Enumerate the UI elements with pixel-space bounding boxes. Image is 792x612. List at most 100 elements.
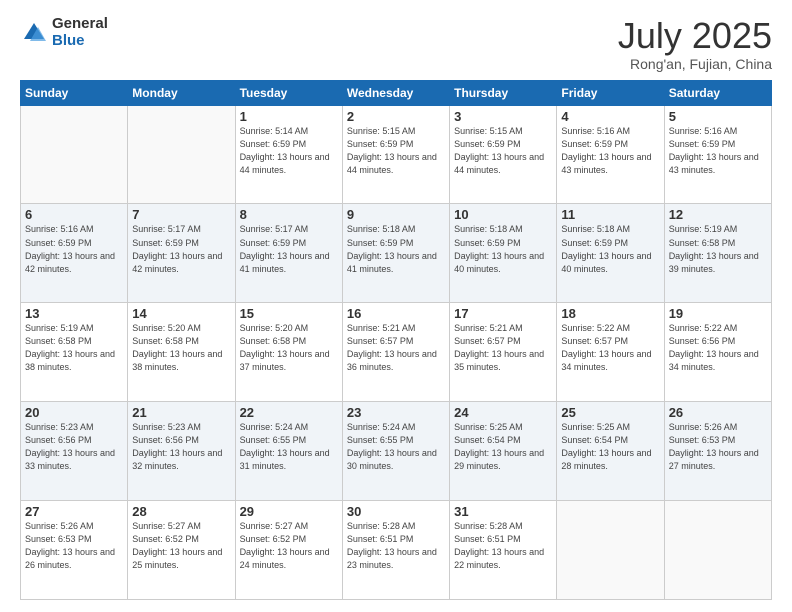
table-cell [664,501,771,600]
day-info: Sunrise: 5:18 AM Sunset: 6:59 PM Dayligh… [454,223,552,275]
day-info: Sunrise: 5:15 AM Sunset: 6:59 PM Dayligh… [347,125,445,177]
day-number: 11 [561,207,659,222]
table-cell: 24Sunrise: 5:25 AM Sunset: 6:54 PM Dayli… [450,402,557,501]
day-number: 21 [132,405,230,420]
col-sunday: Sunday [21,80,128,105]
day-info: Sunrise: 5:17 AM Sunset: 6:59 PM Dayligh… [132,223,230,275]
day-info: Sunrise: 5:23 AM Sunset: 6:56 PM Dayligh… [132,421,230,473]
day-number: 29 [240,504,338,519]
day-number: 26 [669,405,767,420]
table-cell: 25Sunrise: 5:25 AM Sunset: 6:54 PM Dayli… [557,402,664,501]
day-info: Sunrise: 5:23 AM Sunset: 6:56 PM Dayligh… [25,421,123,473]
table-cell: 10Sunrise: 5:18 AM Sunset: 6:59 PM Dayli… [450,204,557,303]
table-cell: 29Sunrise: 5:27 AM Sunset: 6:52 PM Dayli… [235,501,342,600]
table-cell: 21Sunrise: 5:23 AM Sunset: 6:56 PM Dayli… [128,402,235,501]
day-info: Sunrise: 5:27 AM Sunset: 6:52 PM Dayligh… [132,520,230,572]
day-number: 20 [25,405,123,420]
day-number: 18 [561,306,659,321]
week-row-5: 27Sunrise: 5:26 AM Sunset: 6:53 PM Dayli… [21,501,772,600]
table-cell: 6Sunrise: 5:16 AM Sunset: 6:59 PM Daylig… [21,204,128,303]
table-cell: 28Sunrise: 5:27 AM Sunset: 6:52 PM Dayli… [128,501,235,600]
day-info: Sunrise: 5:19 AM Sunset: 6:58 PM Dayligh… [25,322,123,374]
calendar-table: Sunday Monday Tuesday Wednesday Thursday… [20,80,772,600]
col-thursday: Thursday [450,80,557,105]
day-info: Sunrise: 5:27 AM Sunset: 6:52 PM Dayligh… [240,520,338,572]
page: General Blue July 2025 Rong'an, Fujian, … [0,0,792,612]
table-cell: 17Sunrise: 5:21 AM Sunset: 6:57 PM Dayli… [450,303,557,402]
title-block: July 2025 Rong'an, Fujian, China [618,16,772,72]
table-cell: 4Sunrise: 5:16 AM Sunset: 6:59 PM Daylig… [557,105,664,204]
day-number: 1 [240,109,338,124]
table-cell: 8Sunrise: 5:17 AM Sunset: 6:59 PM Daylig… [235,204,342,303]
day-info: Sunrise: 5:18 AM Sunset: 6:59 PM Dayligh… [561,223,659,275]
day-info: Sunrise: 5:18 AM Sunset: 6:59 PM Dayligh… [347,223,445,275]
month-title: July 2025 [618,16,772,56]
day-info: Sunrise: 5:26 AM Sunset: 6:53 PM Dayligh… [669,421,767,473]
col-saturday: Saturday [664,80,771,105]
logo-icon [20,19,48,47]
week-row-4: 20Sunrise: 5:23 AM Sunset: 6:56 PM Dayli… [21,402,772,501]
table-cell: 13Sunrise: 5:19 AM Sunset: 6:58 PM Dayli… [21,303,128,402]
day-info: Sunrise: 5:16 AM Sunset: 6:59 PM Dayligh… [25,223,123,275]
day-info: Sunrise: 5:24 AM Sunset: 6:55 PM Dayligh… [240,421,338,473]
day-number: 23 [347,405,445,420]
table-cell: 30Sunrise: 5:28 AM Sunset: 6:51 PM Dayli… [342,501,449,600]
table-cell: 1Sunrise: 5:14 AM Sunset: 6:59 PM Daylig… [235,105,342,204]
day-number: 7 [132,207,230,222]
logo-general-text: General [52,16,108,33]
day-number: 5 [669,109,767,124]
week-row-3: 13Sunrise: 5:19 AM Sunset: 6:58 PM Dayli… [21,303,772,402]
table-cell: 14Sunrise: 5:20 AM Sunset: 6:58 PM Dayli… [128,303,235,402]
logo: General Blue [20,16,108,49]
table-cell: 3Sunrise: 5:15 AM Sunset: 6:59 PM Daylig… [450,105,557,204]
calendar-header-row: Sunday Monday Tuesday Wednesday Thursday… [21,80,772,105]
table-cell: 23Sunrise: 5:24 AM Sunset: 6:55 PM Dayli… [342,402,449,501]
table-cell: 2Sunrise: 5:15 AM Sunset: 6:59 PM Daylig… [342,105,449,204]
day-info: Sunrise: 5:25 AM Sunset: 6:54 PM Dayligh… [454,421,552,473]
col-friday: Friday [557,80,664,105]
day-number: 9 [347,207,445,222]
header: General Blue July 2025 Rong'an, Fujian, … [20,16,772,72]
day-info: Sunrise: 5:17 AM Sunset: 6:59 PM Dayligh… [240,223,338,275]
week-row-1: 1Sunrise: 5:14 AM Sunset: 6:59 PM Daylig… [21,105,772,204]
day-number: 14 [132,306,230,321]
table-cell: 16Sunrise: 5:21 AM Sunset: 6:57 PM Dayli… [342,303,449,402]
day-info: Sunrise: 5:16 AM Sunset: 6:59 PM Dayligh… [561,125,659,177]
day-number: 27 [25,504,123,519]
day-info: Sunrise: 5:28 AM Sunset: 6:51 PM Dayligh… [454,520,552,572]
day-number: 17 [454,306,552,321]
day-number: 12 [669,207,767,222]
table-cell: 18Sunrise: 5:22 AM Sunset: 6:57 PM Dayli… [557,303,664,402]
table-cell [21,105,128,204]
day-number: 31 [454,504,552,519]
day-info: Sunrise: 5:20 AM Sunset: 6:58 PM Dayligh… [240,322,338,374]
day-number: 16 [347,306,445,321]
day-number: 13 [25,306,123,321]
table-cell: 7Sunrise: 5:17 AM Sunset: 6:59 PM Daylig… [128,204,235,303]
day-info: Sunrise: 5:28 AM Sunset: 6:51 PM Dayligh… [347,520,445,572]
col-wednesday: Wednesday [342,80,449,105]
day-number: 25 [561,405,659,420]
table-cell: 20Sunrise: 5:23 AM Sunset: 6:56 PM Dayli… [21,402,128,501]
day-number: 8 [240,207,338,222]
day-number: 28 [132,504,230,519]
table-cell: 12Sunrise: 5:19 AM Sunset: 6:58 PM Dayli… [664,204,771,303]
table-cell: 9Sunrise: 5:18 AM Sunset: 6:59 PM Daylig… [342,204,449,303]
day-info: Sunrise: 5:15 AM Sunset: 6:59 PM Dayligh… [454,125,552,177]
day-info: Sunrise: 5:16 AM Sunset: 6:59 PM Dayligh… [669,125,767,177]
week-row-2: 6Sunrise: 5:16 AM Sunset: 6:59 PM Daylig… [21,204,772,303]
table-cell: 27Sunrise: 5:26 AM Sunset: 6:53 PM Dayli… [21,501,128,600]
day-info: Sunrise: 5:21 AM Sunset: 6:57 PM Dayligh… [454,322,552,374]
day-info: Sunrise: 5:22 AM Sunset: 6:57 PM Dayligh… [561,322,659,374]
day-info: Sunrise: 5:24 AM Sunset: 6:55 PM Dayligh… [347,421,445,473]
day-number: 22 [240,405,338,420]
table-cell: 26Sunrise: 5:26 AM Sunset: 6:53 PM Dayli… [664,402,771,501]
day-number: 6 [25,207,123,222]
logo-text: General Blue [52,16,108,49]
table-cell [557,501,664,600]
day-number: 2 [347,109,445,124]
table-cell: 31Sunrise: 5:28 AM Sunset: 6:51 PM Dayli… [450,501,557,600]
table-cell: 11Sunrise: 5:18 AM Sunset: 6:59 PM Dayli… [557,204,664,303]
day-info: Sunrise: 5:20 AM Sunset: 6:58 PM Dayligh… [132,322,230,374]
day-info: Sunrise: 5:25 AM Sunset: 6:54 PM Dayligh… [561,421,659,473]
